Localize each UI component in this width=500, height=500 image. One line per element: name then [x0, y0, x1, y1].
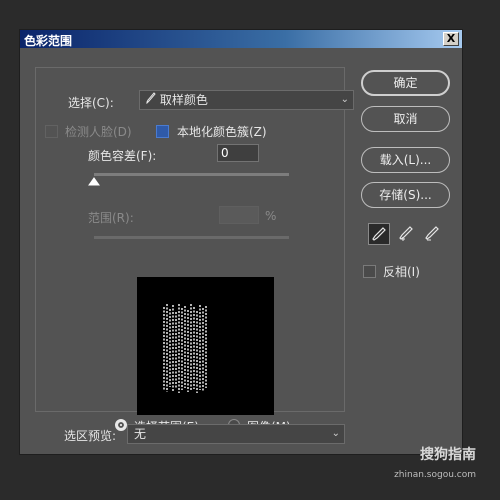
options-panel: 选择(C): 取样颜色 ⌄ 检测人脸(D) 本地化颜色簇(Z) 颜色容差(F):…	[35, 67, 354, 434]
selection-preview-image[interactable]	[137, 277, 274, 415]
eyedropper-plus-icon[interactable]	[395, 223, 417, 245]
chevron-down-icon: ⌄	[340, 94, 349, 105]
view-selection-radio[interactable]	[115, 419, 127, 431]
detect-faces-checkbox[interactable]	[45, 125, 58, 138]
selection-preview-label: 选区预览:	[64, 429, 117, 443]
ok-button[interactable]: 确定	[361, 70, 450, 96]
select-label: 选择(C):	[68, 96, 114, 110]
save-button[interactable]: 存储(S)...	[361, 182, 450, 208]
range-slider-track[interactable]	[94, 236, 289, 239]
fuzziness-slider-track[interactable]	[94, 173, 289, 176]
select-dropdown[interactable]: 取样颜色 ⌄	[139, 90, 354, 110]
title-bar[interactable]: 色彩范围 X	[20, 30, 462, 48]
load-button[interactable]: 载入(L)...	[361, 147, 450, 173]
detect-faces-label: 检测人脸(D)	[65, 125, 132, 139]
eyedropper-icon	[146, 91, 156, 109]
cancel-button[interactable]: 取消	[361, 106, 450, 132]
chevron-down-icon: ⌄	[331, 428, 340, 439]
range-input[interactable]	[219, 206, 259, 224]
close-button[interactable]: X	[443, 32, 459, 46]
invert-label: 反相(I)	[383, 265, 420, 279]
selection-preview-value: 无	[134, 427, 147, 441]
fuzziness-label: 颜色容差(F):	[88, 149, 157, 163]
eyedropper-minus-icon[interactable]	[421, 223, 443, 245]
dialog-title: 色彩范围	[24, 34, 73, 48]
fuzziness-input[interactable]: 0	[217, 144, 259, 162]
range-label: 范围(R):	[88, 211, 134, 225]
selection-preview-dropdown[interactable]: 无 ⌄	[127, 424, 345, 444]
color-range-dialog: 色彩范围 X 选择(C): 取样颜色 ⌄ 检测人脸(D) 本地化颜色簇(Z) 颜…	[19, 29, 463, 455]
watermark-logo: 搜狗指南	[420, 447, 476, 463]
localized-clusters-checkbox[interactable]	[156, 125, 169, 138]
range-unit: %	[265, 209, 277, 223]
watermark-url: zhinan.sogou.com	[394, 470, 476, 480]
select-value: 取样颜色	[159, 93, 208, 107]
fuzziness-slider-thumb[interactable]	[88, 175, 100, 189]
eyedropper-icon[interactable]	[368, 223, 390, 245]
localized-clusters-label: 本地化颜色簇(Z)	[177, 125, 267, 139]
invert-checkbox[interactable]	[363, 265, 376, 278]
